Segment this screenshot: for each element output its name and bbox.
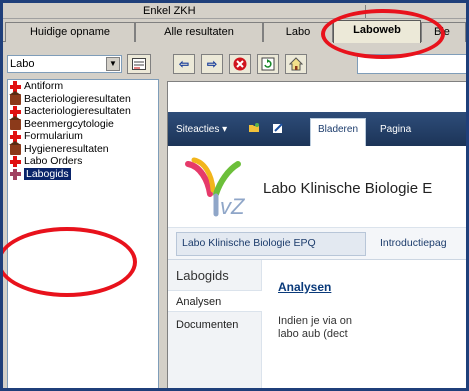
category-select[interactable]: Labo ▼ [7,55,122,73]
svg-text:vZ: vZ [220,194,246,218]
house-icon [9,90,21,105]
tab-ble[interactable]: Ble [421,22,466,42]
tab-huidige-opname[interactable]: Huidige opname [5,22,135,42]
tree-item-formularium[interactable]: Formularium [8,130,158,143]
refresh-button[interactable] [257,54,279,74]
tab-bladeren[interactable]: Bladeren [310,118,366,146]
tree-item-label: Antiform [24,80,64,92]
tree-item-label: Beenmergcytologie [24,117,114,130]
quick-launch-label: Documenten [176,319,239,331]
tab-laboweb[interactable]: Laboweb [333,20,421,43]
tab-alle-resultaten[interactable]: Alle resultaten [135,22,263,42]
stop-icon [233,57,247,71]
folder-icon[interactable] [248,122,260,134]
page-text-line-1: Indien je via on [278,315,352,327]
tree-item-label: Labogids [24,167,71,180]
stop-button[interactable] [229,54,251,74]
module-tree: Antiform Bacteriologieresultaten Bacteri… [7,79,159,388]
ribbon-spacer [168,82,466,112]
tab-label: Ble [434,26,450,38]
quick-launch-label: Analysen [176,296,222,308]
nav-item-labo-klinische-biologie[interactable]: Labo Klinische Biologie EPQ [182,237,316,249]
laboweb-content: Siteacties ▾ Bladeren Pagina vZ Labo Kli… [167,81,466,388]
tree-item-bacteriologieresultaten[interactable]: Bacteriologieresultaten [8,90,158,106]
tree-item-labogids[interactable]: Labogids [8,167,158,181]
tab-label: Alle resultaten [164,26,234,38]
chevron-down-icon[interactable]: ▼ [106,57,120,71]
context-label: Enkel ZKH [143,5,196,17]
tree-item-label: Formularium [24,130,83,142]
home-icon [288,57,304,71]
tree-item-label: Bacteriologieresultaten [24,92,131,105]
sharepoint-ribbon: Siteacties ▾ Bladeren Pagina [168,112,466,146]
quick-launch-item-analysen[interactable]: Analysen [168,290,262,312]
tree-item-bacteriologieresultaten-2[interactable]: Bacteriologieresultaten [8,105,158,118]
site-actions-menu[interactable]: Siteacties ▾ [176,124,227,135]
address-bar[interactable] [357,54,466,74]
house-icon [9,140,21,155]
home-button[interactable] [285,54,307,74]
site-title: Labo Klinische Biologie E [263,180,433,197]
top-navigation: Labo Klinische Biologie EPQ Introductiep… [168,228,466,260]
tab-pagina[interactable]: Pagina [380,124,411,135]
back-button[interactable]: ⇦ [173,54,195,74]
application-window: Enkel ZKH Huidige opname Alle resultaten… [0,0,469,391]
house-icon [9,115,21,130]
page-text-line-2: labo aub (dect [278,328,348,340]
tab-labo[interactable]: Labo [263,22,333,42]
red-cross-icon [10,168,21,180]
left-panel: Labo ▼ Antiform Bacteriologieresultaten … [3,51,163,388]
tree-item-beenmergcytologie[interactable]: Beenmergcytologie [8,115,158,131]
report-button[interactable] [127,54,151,74]
tab-label: Huidige opname [29,26,111,38]
forward-arrow-icon: ⇨ [206,57,218,71]
tab-label: Laboweb [353,24,401,36]
edit-icon[interactable] [272,122,284,134]
report-icon [132,58,146,70]
site-actions-label: Siteacties [176,124,220,135]
tree-item-labo-orders[interactable]: Labo Orders [8,155,158,168]
quick-launch-item-documenten[interactable]: Documenten [168,314,262,336]
tree-item-label: Bacteriologieresultaten [24,105,131,117]
tree-item-label: Labo Orders [24,155,83,167]
refresh-icon [261,57,275,71]
page-heading[interactable]: Analysen [278,280,331,294]
forward-button[interactable]: ⇨ [201,54,223,74]
quick-launch: Labogids Analysen Documenten [168,260,262,388]
site-header: vZ Labo Klinische Biologie E [168,146,466,228]
tab-strip: Huidige opname Alle resultaten Labo Labo… [3,20,466,43]
header-divider [365,5,366,18]
back-arrow-icon: ⇦ [178,57,190,71]
tab-label: Pagina [380,124,412,135]
tab-label: Labo [285,26,311,38]
context-header: Enkel ZKH [3,3,466,19]
tree-item-hygieneresultaten[interactable]: Hygieneresultaten [8,140,158,156]
browser-toolbar: ⇦ ⇨ [167,51,466,79]
select-value: Labo [10,58,35,70]
nav-item-introductiepagina[interactable]: Introductiepag [380,237,447,249]
quick-launch-heading[interactable]: Labogids [176,268,229,283]
azv-logo: vZ [185,157,246,218]
red-cross-icon [10,156,21,167]
tree-item-antiform[interactable]: Antiform [8,80,158,93]
tree-item-label: Hygieneresultaten [24,142,109,155]
tab-label: Bladeren [317,124,359,135]
